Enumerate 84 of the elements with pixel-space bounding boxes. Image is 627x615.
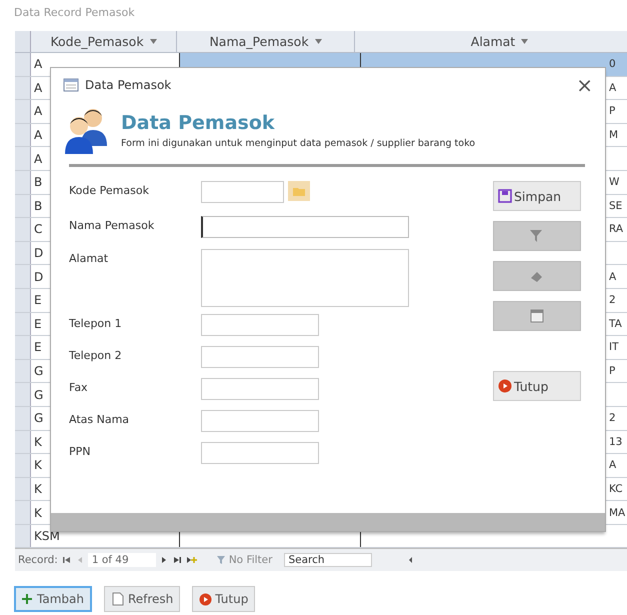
action-button[interactable]: Tutup <box>192 586 256 612</box>
row-selector[interactable] <box>15 360 31 382</box>
dropdown-arrow-icon[interactable] <box>314 39 322 44</box>
input-field[interactable] <box>201 216 409 238</box>
table-cell: TA <box>609 318 622 330</box>
column-header[interactable]: Alamat <box>355 31 627 52</box>
form-button[interactable]: Tutup <box>493 371 581 401</box>
input-field[interactable] <box>201 346 319 368</box>
field-label: Nama Pemasok <box>69 218 156 232</box>
row-selector[interactable] <box>15 454 31 477</box>
field-label: Fax <box>69 380 89 394</box>
row-selector[interactable] <box>15 147 31 170</box>
row-selector[interactable] <box>15 170 31 194</box>
select-all-box[interactable] <box>15 31 31 52</box>
row-selector[interactable] <box>15 288 31 312</box>
text-area[interactable] <box>201 249 409 307</box>
table-cell: 0 <box>609 58 616 70</box>
row-selector[interactable] <box>15 430 31 454</box>
table-cell: 2 <box>609 294 616 306</box>
table-cell: 2 <box>609 412 616 424</box>
window-title: Data Pemasok <box>85 78 172 92</box>
record-label: Record: <box>18 554 58 566</box>
last-record-icon[interactable] <box>172 555 182 566</box>
row-selector[interactable] <box>15 242 31 264</box>
previous-record-icon[interactable] <box>76 555 84 566</box>
table-cell: A <box>609 82 616 94</box>
row-selector[interactable] <box>15 124 31 146</box>
form-icon <box>63 77 79 93</box>
table-cell: W <box>609 176 620 188</box>
row-selector[interactable] <box>15 100 31 123</box>
row-selector[interactable] <box>15 524 31 548</box>
row-selector[interactable] <box>15 194 31 218</box>
table-cell: A <box>609 270 616 283</box>
next-record-icon[interactable] <box>160 555 168 566</box>
row-selector[interactable] <box>15 336 31 359</box>
row-selector[interactable] <box>15 406 31 430</box>
field-label: Telepon 1 <box>69 316 123 330</box>
document-icon <box>110 592 125 606</box>
table-cell: IT <box>609 341 619 354</box>
stop-icon <box>199 592 212 606</box>
dropdown-arrow-icon[interactable] <box>150 39 157 44</box>
dropdown-arrow-icon[interactable] <box>521 39 528 44</box>
plus-icon <box>22 593 34 605</box>
lookup-button[interactable] <box>288 181 310 201</box>
table-cell: KC <box>609 482 623 495</box>
action-button[interactable]: Tambah <box>14 586 92 612</box>
first-record-icon[interactable] <box>62 555 72 566</box>
action-button[interactable]: Refresh <box>104 586 180 612</box>
table-cell: SE <box>609 200 622 212</box>
row-selector[interactable] <box>15 218 31 241</box>
column-header[interactable]: Kode_Pemasok <box>31 31 177 52</box>
field-label: Atas Nama <box>69 412 130 426</box>
input-field[interactable] <box>201 442 319 464</box>
window-icon <box>530 309 544 323</box>
record-position-field[interactable]: 1 of 49 <box>88 553 156 568</box>
table-cell: P <box>609 105 616 118</box>
table-cell: 13 <box>609 436 622 448</box>
field-label: Kode Pemasok <box>69 183 150 197</box>
row-selector[interactable] <box>15 478 31 500</box>
row-selector[interactable] <box>15 76 31 100</box>
input-field[interactable] <box>201 378 319 400</box>
table-cell: A <box>609 459 616 472</box>
form-button[interactable]: Simpan <box>493 181 581 211</box>
search-field[interactable]: Search <box>284 553 372 568</box>
table-cell: P <box>609 365 616 378</box>
column-header[interactable]: Nama_Pemasok <box>177 31 355 52</box>
field-label: Alamat <box>69 251 110 265</box>
row-selector[interactable] <box>15 501 31 524</box>
page-title: Data Record Pemasok <box>14 6 135 19</box>
row-selector[interactable] <box>15 383 31 406</box>
eraser-icon <box>529 269 545 283</box>
input-field[interactable] <box>201 410 319 432</box>
input-field[interactable] <box>201 314 319 336</box>
row-selector[interactable] <box>15 53 31 76</box>
new-record-icon[interactable] <box>186 555 198 566</box>
table-cell: MA <box>609 506 626 519</box>
input-field[interactable] <box>201 181 284 203</box>
stop-icon <box>498 379 512 393</box>
row-selector[interactable] <box>15 312 31 336</box>
table-cell: RA <box>609 223 624 236</box>
row-selector[interactable] <box>15 265 31 288</box>
table-cell: M <box>609 129 618 142</box>
field-label: Telepon 2 <box>69 348 123 362</box>
close-button[interactable]: × <box>576 73 593 97</box>
